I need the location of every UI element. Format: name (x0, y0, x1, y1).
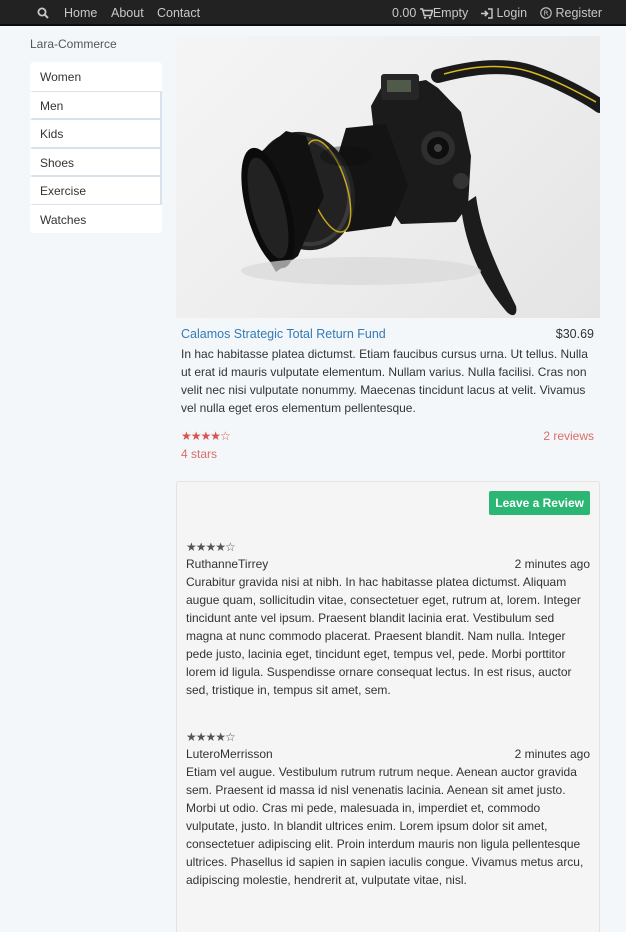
leave-review-button[interactable]: Leave a Review (489, 491, 590, 515)
review-time: 2 minutes ago (514, 557, 590, 571)
star-icon: ★★★★ (186, 730, 226, 744)
sidebar-item-kids[interactable]: Kids (30, 119, 162, 148)
star-icon: ★★★★ (186, 540, 226, 554)
nav-home-link[interactable]: Home (64, 6, 97, 20)
review-meta: LuteroMerrisson 2 minutes ago (186, 747, 590, 763)
product-description: In hac habitasse platea dictumst. Etiam … (181, 347, 588, 415)
product-price: $30.69 (555, 327, 594, 341)
product-card: Calamos Strategic Total Return Fund $30.… (176, 36, 600, 464)
top-navbar: Home About Contact 0.00 Empty Login R Re… (0, 0, 626, 26)
review-rating-stars: ★★★★☆ (186, 730, 590, 744)
sidebar-item-watches[interactable]: Watches (30, 204, 162, 233)
registered-icon: R (540, 6, 552, 20)
svg-text:R: R (544, 10, 549, 18)
review-meta: RuthanneTirrey 2 minutes ago (186, 557, 590, 573)
review-author: LuteroMerrisson (186, 747, 273, 761)
search-icon[interactable] (37, 6, 49, 20)
sidebar-item-shoes[interactable]: Shoes (30, 147, 162, 176)
register-link[interactable]: R Register (540, 6, 602, 20)
star-empty-icon: ☆ (225, 540, 236, 554)
review-body: Etiam vel augue. Vestibulum rutrum rutru… (186, 765, 584, 887)
review-time: 2 minutes ago (514, 747, 590, 761)
review-body: Curabitur gravida nisi at nibh. In hac h… (186, 575, 581, 697)
cart-status: Empty (432, 6, 469, 20)
login-icon (481, 6, 493, 20)
brand-name[interactable]: Lara-Commerce (30, 37, 117, 51)
star-icon: ★★★★ (181, 429, 221, 443)
star-empty-icon: ☆ (220, 429, 231, 443)
sidebar-item-men[interactable]: Men (30, 90, 162, 119)
cart-total: 0.00 (392, 6, 417, 20)
star-empty-icon: ☆ (225, 730, 236, 744)
review-author: RuthanneTirrey (186, 557, 269, 571)
cart-icon (419, 6, 434, 20)
product-image[interactable] (176, 36, 600, 318)
category-sidebar: Women Men Kids Shoes Exercise Watches (30, 62, 162, 233)
sidebar-item-exercise[interactable]: Exercise (30, 176, 162, 205)
product-title-link[interactable]: Calamos Strategic Total Return Fund (181, 327, 386, 341)
reviews-count: 2 reviews (543, 429, 594, 443)
product-rating-stars: ★★★★☆ (181, 429, 231, 443)
nav-contact-link[interactable]: Contact (157, 6, 200, 20)
register-label: Register (555, 6, 603, 20)
cart-link[interactable]: 0.00 Empty (392, 6, 468, 20)
review-item: ★★★★☆ RuthanneTirrey 2 minutes ago Curab… (186, 540, 590, 699)
review-rating-stars: ★★★★☆ (186, 540, 590, 554)
reviews-panel: Leave a Review ★★★★☆ RuthanneTirrey 2 mi… (176, 481, 600, 932)
nav-about-link[interactable]: About (111, 6, 144, 20)
login-label: Login (496, 6, 528, 20)
login-link[interactable]: Login (481, 6, 527, 20)
product-rating-text: 4 stars (181, 447, 218, 461)
review-item: ★★★★☆ LuteroMerrisson 2 minutes ago Etia… (186, 730, 590, 889)
sidebar-item-women[interactable]: Women (30, 62, 162, 91)
